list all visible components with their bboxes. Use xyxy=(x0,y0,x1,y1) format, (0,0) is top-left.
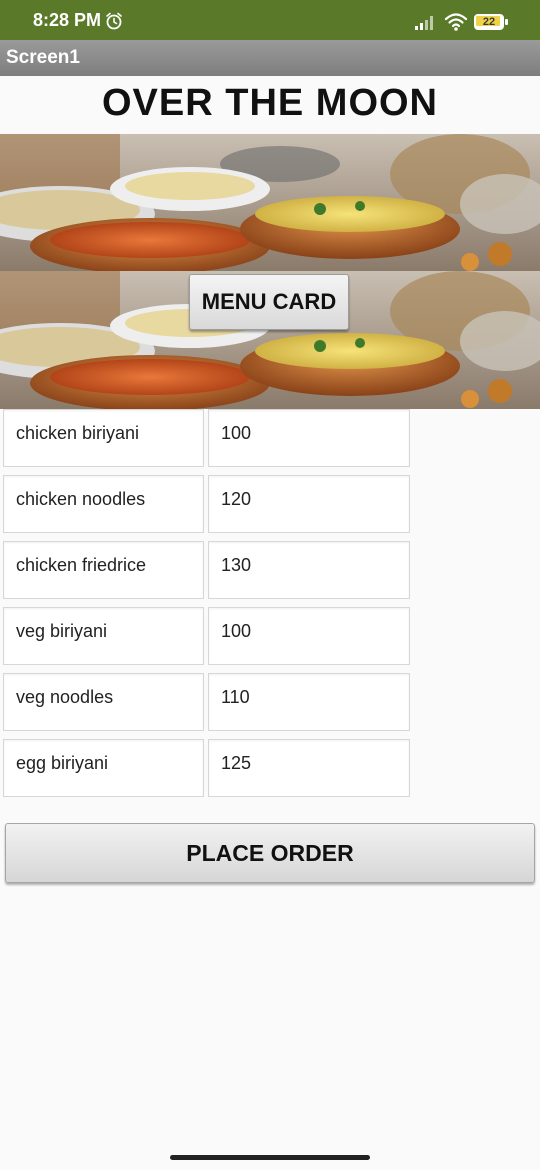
alarm-icon xyxy=(106,12,122,30)
menu-item-price[interactable]: 100 xyxy=(208,409,410,467)
menu-row: egg biriyani 125 xyxy=(0,739,540,799)
status-time: 8:28 PM xyxy=(33,10,102,30)
home-indicator[interactable] xyxy=(170,1155,370,1160)
food-banner-image-1 xyxy=(0,134,540,272)
screen-title: Screen1 xyxy=(6,47,80,68)
menu-row: chicken biriyani 100 xyxy=(0,409,540,469)
menu-row: chicken friedrice 130 xyxy=(0,541,540,601)
menu-item-name[interactable]: chicken biriyani xyxy=(3,409,204,467)
battery-icon: 22 xyxy=(474,14,510,32)
menu-item-name[interactable]: egg biriyani xyxy=(3,739,204,797)
wifi-icon xyxy=(444,13,468,31)
menu-item-price[interactable]: 130 xyxy=(208,541,410,599)
menu-card-button[interactable]: MENU CARD xyxy=(189,274,349,330)
menu-row: chicken noodles 120 xyxy=(0,475,540,535)
menu-item-price[interactable]: 110 xyxy=(208,673,410,731)
menu-item-price[interactable]: 125 xyxy=(208,739,410,797)
menu-row: veg biriyani 100 xyxy=(0,607,540,667)
menu-item-name[interactable]: veg biriyani xyxy=(3,607,204,665)
menu-item-name[interactable]: chicken friedrice xyxy=(3,541,204,599)
menu-row: veg noodles 110 xyxy=(0,673,540,733)
menu-item-name[interactable]: veg noodles xyxy=(3,673,204,731)
menu-item-name[interactable]: chicken noodles xyxy=(3,475,204,533)
place-order-button[interactable]: PLACE ORDER xyxy=(5,823,535,883)
battery-level: 22 xyxy=(482,16,496,28)
menu-item-price[interactable]: 120 xyxy=(208,475,410,533)
title-bar: Screen1 xyxy=(0,40,540,76)
restaurant-name-heading: OVER THE MOON xyxy=(101,82,439,124)
signal-icon xyxy=(415,16,433,30)
menu-item-price[interactable]: 100 xyxy=(208,607,410,665)
status-bar: 8:28 PM 22 xyxy=(0,0,540,40)
